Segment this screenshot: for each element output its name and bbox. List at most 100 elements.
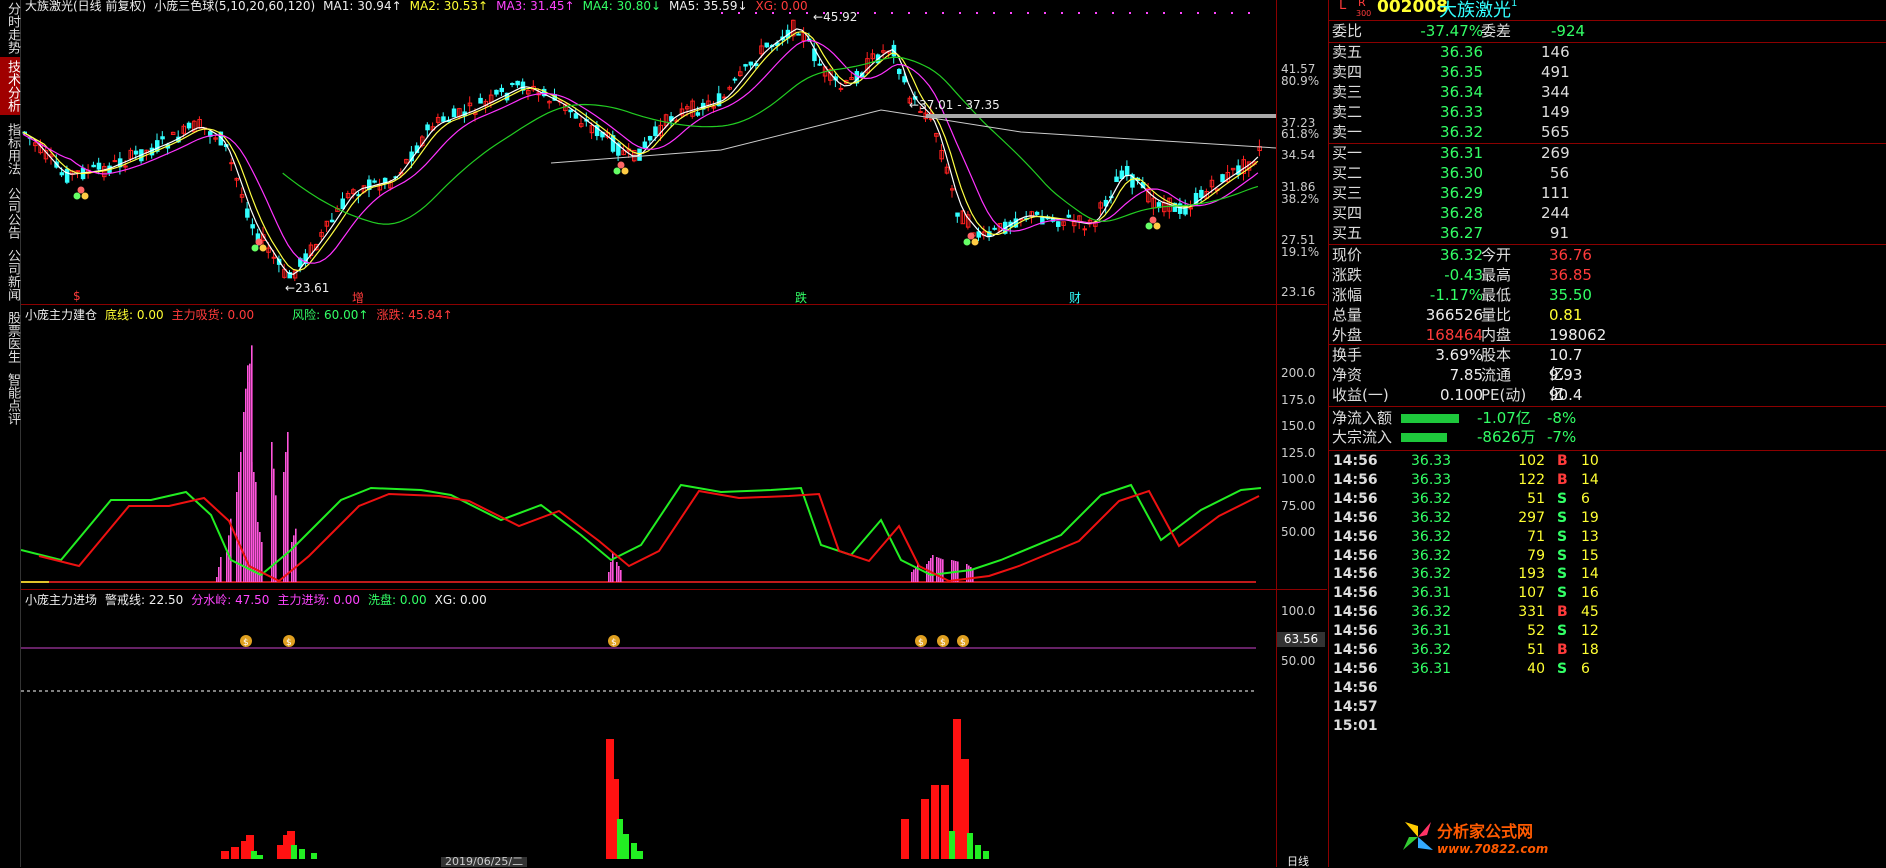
buy-row: 买三 36.29 111 <box>1332 184 1570 202</box>
buy-row: 买五 36.27 91 <box>1332 224 1569 242</box>
washout-bar <box>983 851 989 859</box>
svg-text:$: $ <box>918 638 924 648</box>
tab-company-announcement[interactable]: 公司公告 <box>0 184 20 242</box>
period-label[interactable]: 日线 <box>1287 856 1309 867</box>
accum-bar <box>220 557 222 582</box>
signal-dot <box>1231 12 1233 14</box>
chart-area[interactable]: 大族激光(日线 前复权) 小庞三色球(5,10,20,60,120) MA1: 30… <box>21 0 1327 867</box>
candle-body <box>1119 170 1125 180</box>
candle-body <box>653 126 658 136</box>
tick-row: 14:56 36.32 331 B 45 <box>1333 604 1599 621</box>
candle-body <box>478 97 483 104</box>
accum-bar <box>218 567 220 582</box>
flow-bar <box>1401 414 1459 423</box>
candlestick-chart[interactable] <box>21 10 1276 303</box>
tick-row: 14:56 36.32 51 S 6 <box>1333 490 1590 507</box>
candle-body <box>1114 176 1119 183</box>
entry-bar <box>231 847 239 859</box>
sell-row: 卖四 36.35 491 <box>1332 63 1570 81</box>
watermark: 分析家公式网 www.70822.com <box>1401 812 1567 864</box>
accum-bar <box>226 552 228 582</box>
tick-row: 14:56 36.33 122 B 14 <box>1333 471 1599 488</box>
tick-row: 14:56 36.32 51 B 18 <box>1333 642 1599 658</box>
money-bag-icon: $ <box>915 635 927 648</box>
stat-row: 外盘 168464 内盘 198062 <box>1332 326 1607 344</box>
washout-bar <box>257 855 263 859</box>
candle-body <box>1124 165 1130 177</box>
high-price-label: ←45.92 <box>813 10 858 24</box>
washout-bar <box>967 833 973 859</box>
tab-smart-review[interactable]: 智能点评 <box>0 370 20 428</box>
accum-bar <box>608 572 610 582</box>
tricolor-ball-icon <box>1145 216 1161 230</box>
candle-body <box>133 150 139 155</box>
accum-bar <box>240 452 242 582</box>
washout-bar <box>623 834 629 859</box>
signal-dot <box>738 12 740 14</box>
entry-chart[interactable]: $ $ $ $ $ $ <box>21 605 1276 859</box>
signal-dot <box>721 12 723 14</box>
signal-dot <box>806 12 808 14</box>
ma4-line <box>282 56 1259 225</box>
candle-body <box>510 83 515 86</box>
tab-technical[interactable]: 技术分析 <box>0 57 20 115</box>
candle-body <box>372 180 377 183</box>
low-price-label: ←23.61 <box>285 281 330 295</box>
money-bag-icon: $ <box>937 635 949 648</box>
signal-dot <box>942 12 944 14</box>
svg-text:$: $ <box>243 638 249 648</box>
signal-dot <box>1129 12 1131 14</box>
signal-dot <box>1163 12 1165 14</box>
accum-bar <box>913 569 915 582</box>
candle-body <box>695 112 701 116</box>
flag-r-sub: 300 <box>1356 9 1372 18</box>
sell-row: 卖一 36.32 565 <box>1332 123 1570 141</box>
tick-row: 14:56 36.32 71 S 13 <box>1333 528 1599 545</box>
tab-intraday[interactable]: 分时走势 <box>0 0 20 56</box>
accum-bar <box>283 472 285 582</box>
left-tab-bar: 分时走势 技术分析 指标用法 公司公告 公司新闻 股票医生 智能点评 <box>0 0 21 867</box>
tab-company-news[interactable]: 公司新闻 <box>0 246 20 304</box>
signal-dot <box>959 12 961 14</box>
accum-bar <box>940 558 942 582</box>
panel-separator <box>21 304 1327 305</box>
entry-bar <box>921 799 929 859</box>
stat-row: 涨跌 -0.43 最高 36.85 <box>1332 266 1592 284</box>
signal-dot <box>1010 12 1012 14</box>
accum-bar <box>936 557 938 582</box>
sell-row: 卖三 36.34 344 <box>1332 83 1570 101</box>
candle-body <box>955 212 960 217</box>
accum-bar <box>951 560 953 582</box>
tab-stock-doctor[interactable]: 股票医生 <box>0 308 20 366</box>
accum-bar <box>285 452 287 582</box>
y-label: 61.8% <box>1281 127 1320 141</box>
candle-body <box>573 113 579 119</box>
accum-bar <box>620 570 622 582</box>
event-marker[interactable]: $ <box>73 289 81 303</box>
accumulation-chart[interactable] <box>21 320 1276 588</box>
tab-indicator-usage[interactable]: 指标用法 <box>0 120 20 178</box>
accum-bar <box>295 528 297 582</box>
svg-text:$: $ <box>960 638 966 648</box>
y-label: 19.1% <box>1281 245 1320 259</box>
candle-body <box>992 227 997 230</box>
stat-row: 净资 7.85 流通 9.93亿 <box>1332 366 1583 403</box>
signal-dot <box>1044 12 1046 14</box>
tick-row: 14:56 36.31 52 S 12 <box>1333 623 1599 640</box>
flow-row: 大宗流入 -8626万 -7% <box>1332 428 1577 446</box>
pinwheel-icon <box>1403 822 1433 850</box>
sell-row: 卖五 36.36 146 <box>1332 43 1570 61</box>
candle-body <box>647 135 653 141</box>
signal-dot <box>874 12 876 14</box>
candle-body <box>568 109 573 113</box>
accum-bar <box>245 388 247 582</box>
candle-body <box>764 42 769 48</box>
y-label: 50.00 <box>1281 525 1316 539</box>
accum-bar <box>938 557 940 582</box>
cursor-date: 2019/06/25/二 <box>441 857 528 867</box>
stat-row: 总量 366526 量比 0.81 <box>1332 306 1583 324</box>
stock-name: 大族激光 <box>1439 0 1511 21</box>
tick-row: 15:01 <box>1333 717 1378 734</box>
accum-bar <box>253 472 255 582</box>
y-label: 38.2% <box>1281 192 1320 206</box>
